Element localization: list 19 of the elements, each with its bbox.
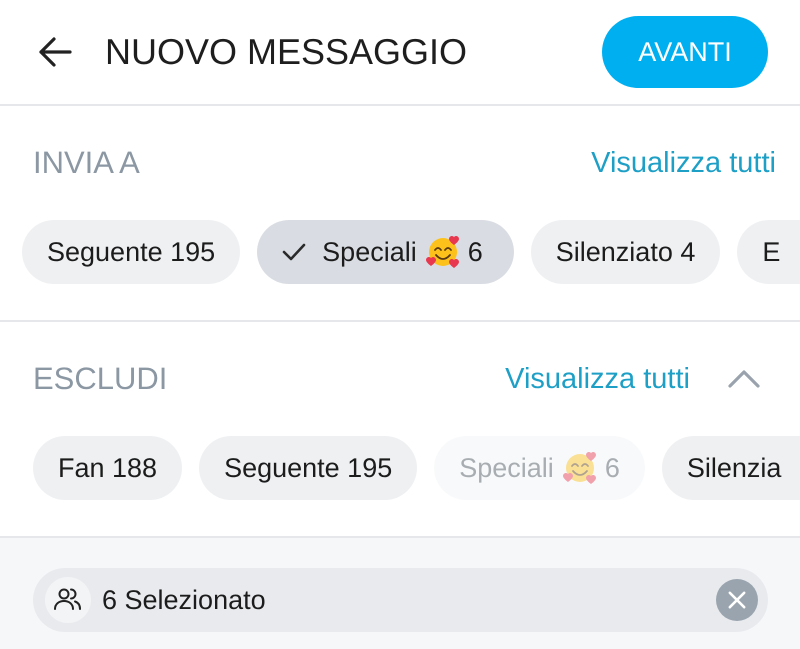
people-icon bbox=[45, 577, 91, 623]
check-icon bbox=[282, 242, 306, 262]
smiling-face-hearts-icon bbox=[426, 235, 460, 269]
smiling-face-hearts-icon bbox=[562, 451, 597, 485]
filter-chip[interactable]: Speciali 6 bbox=[257, 220, 514, 284]
filter-chip[interactable]: E bbox=[737, 220, 800, 284]
section-title: INVIA A bbox=[33, 145, 141, 181]
back-icon[interactable] bbox=[38, 36, 72, 68]
chevron-up-icon[interactable] bbox=[728, 370, 760, 388]
filter-chip[interactable]: Silenzia bbox=[662, 436, 800, 500]
clear-button[interactable] bbox=[716, 579, 758, 621]
filter-chip[interactable]: Silenziato 4 bbox=[530, 220, 720, 284]
close-icon bbox=[728, 591, 746, 609]
filter-chip[interactable]: Fan 188 bbox=[33, 436, 182, 500]
filter-chip[interactable]: Seguente 195 bbox=[199, 436, 418, 500]
section-title: ESCLUDI bbox=[33, 361, 168, 397]
selection-count: 6 Selezionato bbox=[102, 584, 267, 616]
screen-title: NUOVO MESSAGGIO bbox=[105, 31, 468, 73]
filter-chip[interactable]: Seguente 195 bbox=[22, 220, 240, 284]
